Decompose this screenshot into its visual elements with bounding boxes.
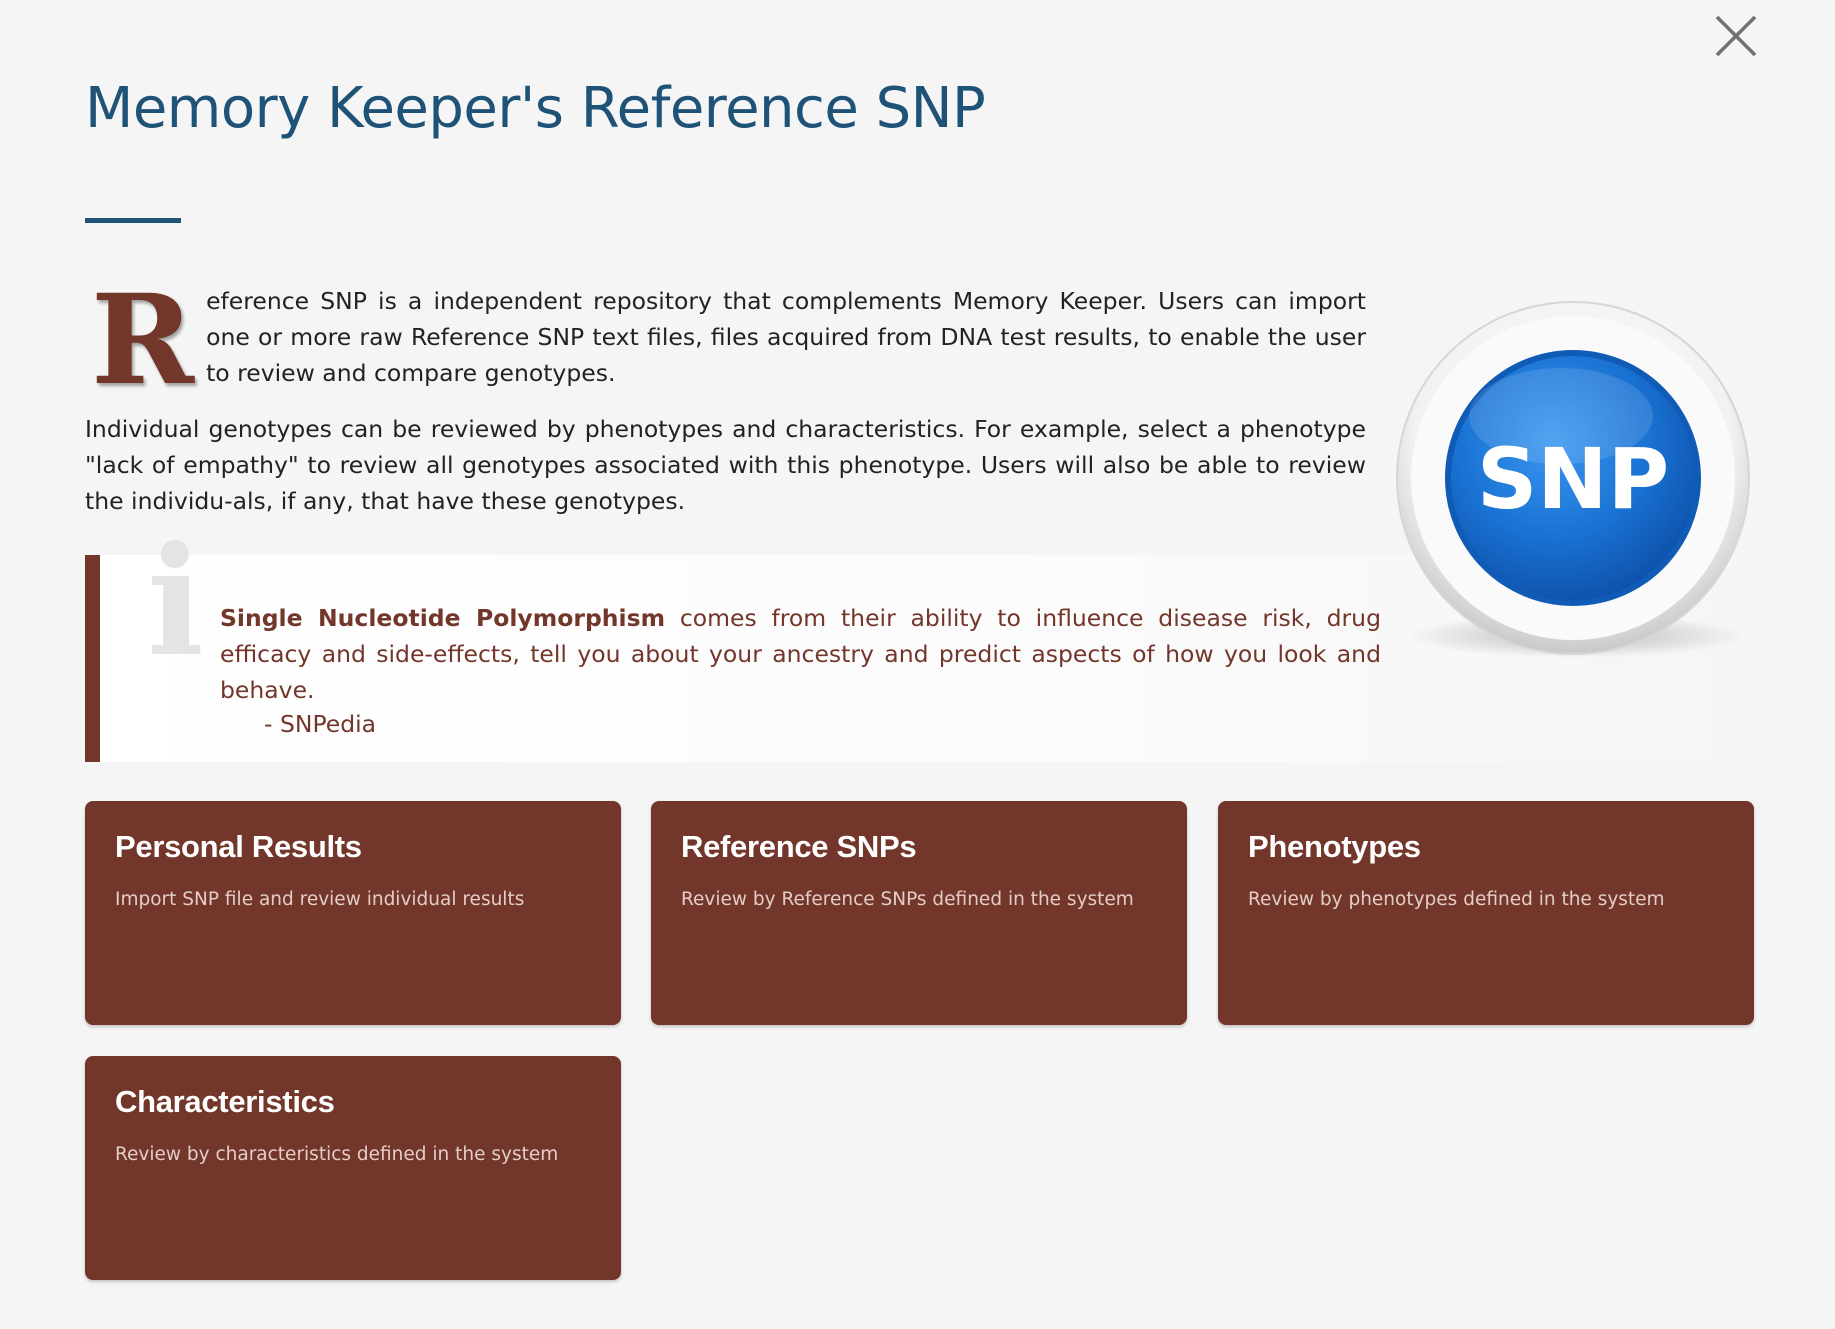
card-description: Review by characteristics defined in the… xyxy=(115,1144,559,1165)
quote-author: - SNPedia xyxy=(264,710,377,738)
dropcap-letter: R xyxy=(91,268,195,413)
card-characteristics[interactable]: Characteristics Review by characteristic… xyxy=(85,1056,621,1280)
card-title: Phenotypes xyxy=(1248,829,1421,864)
info-icon: i xyxy=(147,514,204,690)
description-paragraph: Individual genotypes can be reviewed by … xyxy=(85,415,1366,515)
card-title: Personal Results xyxy=(115,829,362,864)
card-title: Reference SNPs xyxy=(681,829,917,864)
page-title: Memory Keeper's Reference SNP xyxy=(85,76,986,141)
card-reference-snps[interactable]: Reference SNPs Review by Reference SNPs … xyxy=(651,801,1187,1025)
close-x-icon[interactable] xyxy=(1713,13,1759,59)
snp-logo: SNP xyxy=(1393,296,1757,676)
snp-logo-text: SNP xyxy=(1477,430,1669,528)
card-phenotypes[interactable]: Phenotypes Review by phenotypes defined … xyxy=(1218,801,1754,1025)
card-description: Import SNP file and review individual re… xyxy=(115,889,525,910)
card-description: Review by phenotypes defined in the syst… xyxy=(1248,889,1665,910)
card-title: Characteristics xyxy=(115,1084,335,1119)
quote-text: Single Nucleotide Polymorphism comes fro… xyxy=(220,600,1381,708)
intro-paragraph: R eference SNP is a independent reposito… xyxy=(85,268,1366,413)
card-personal-results[interactable]: Personal Results Import SNP file and rev… xyxy=(85,801,621,1025)
card-description: Review by Reference SNPs defined in the … xyxy=(681,889,1134,910)
quote-highlight: Single Nucleotide Polymorphism xyxy=(220,604,666,632)
title-divider xyxy=(85,218,181,223)
intro-text: eference SNP is a independent repository… xyxy=(206,287,1366,387)
